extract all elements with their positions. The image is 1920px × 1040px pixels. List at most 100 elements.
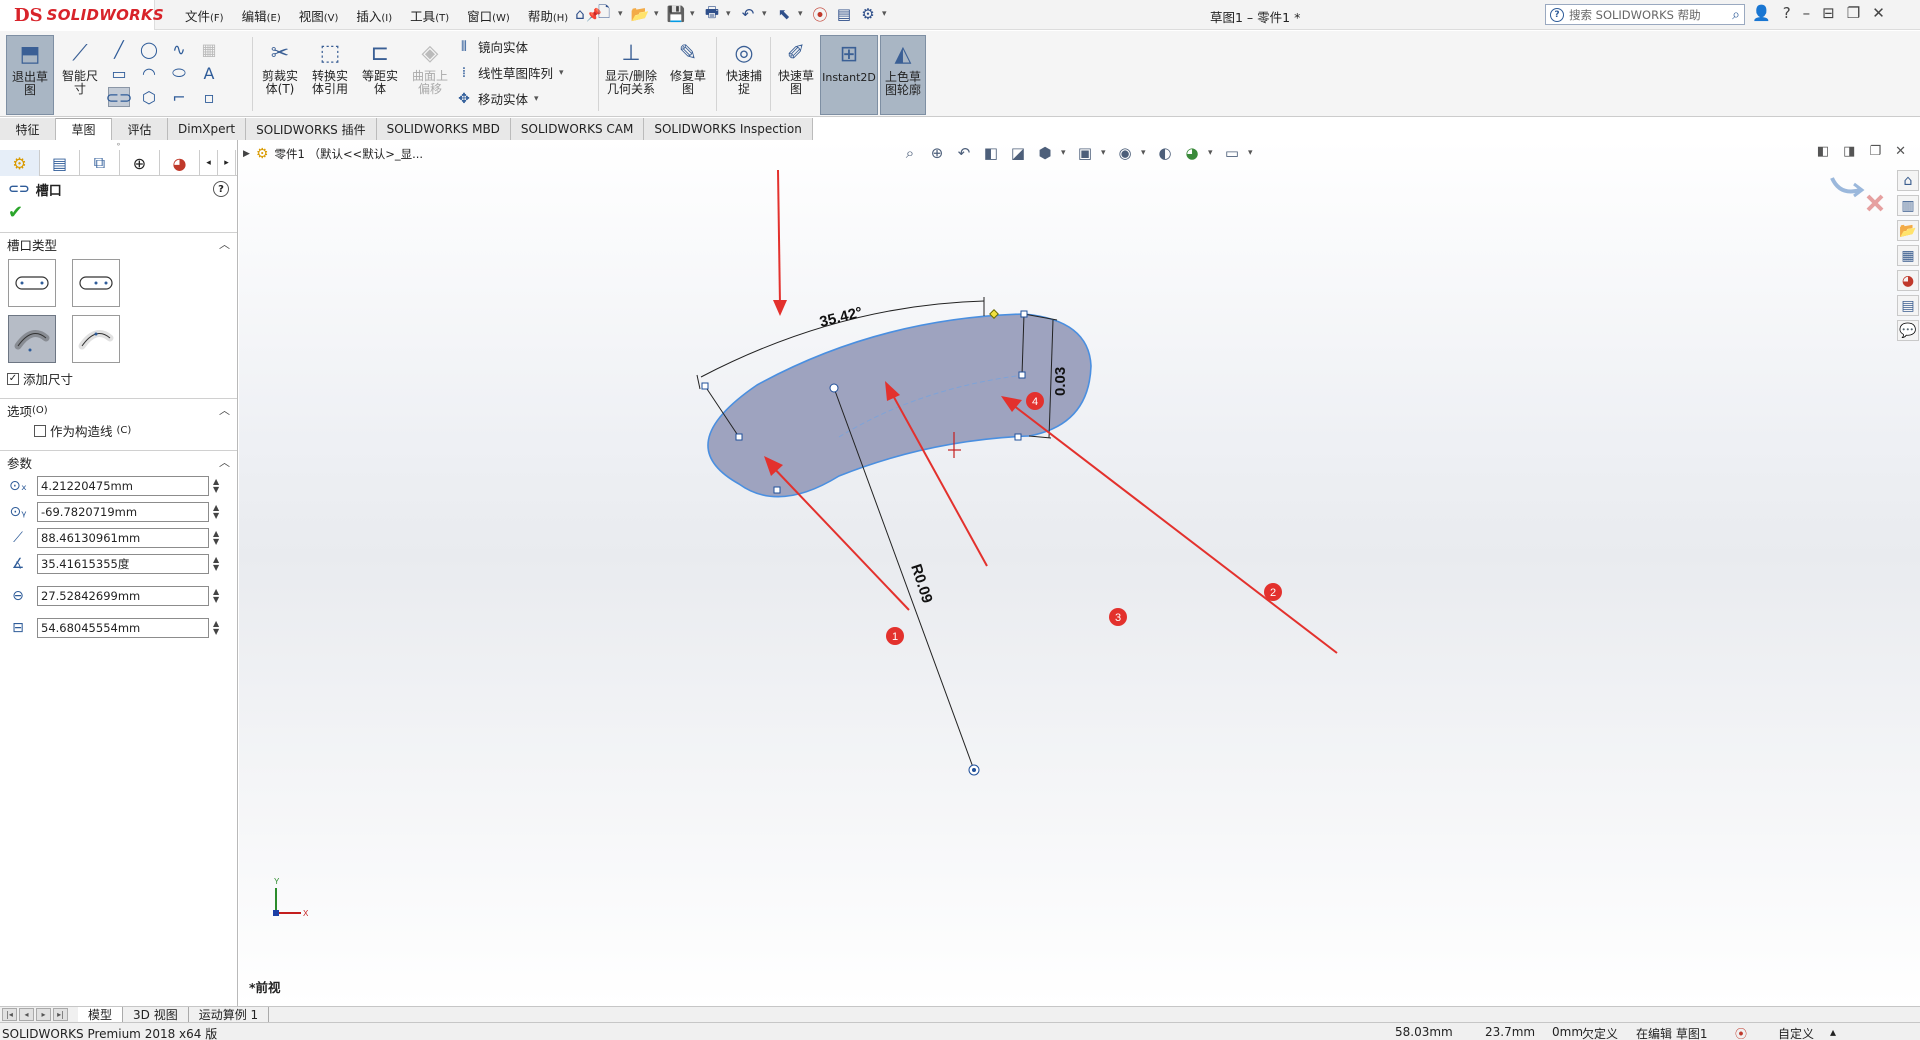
print-icon[interactable]: 🖶: [702, 3, 722, 24]
add-dimensions-checkbox[interactable]: ✓: [7, 372, 19, 385]
three-point-arc-slot-button[interactable]: [72, 315, 120, 363]
spin-arrows-icon[interactable]: ▲ ▼: [213, 588, 219, 604]
display-delete-relations-button[interactable]: ⊥ 显示/删除几何关系: [602, 35, 660, 115]
move-entities-button[interactable]: ✥ 移动实体 ▾: [456, 89, 567, 108]
offset-on-surface-button[interactable]: ◈ 曲面上偏移: [406, 35, 454, 115]
collapse-icon[interactable]: ︿: [219, 236, 230, 252]
sketch-grid-icon[interactable]: ▦: [198, 39, 220, 59]
chevron-down-icon[interactable]: ▾: [534, 94, 542, 104]
point-icon[interactable]: ▫: [198, 87, 220, 107]
ellipse-icon[interactable]: ⬭: [168, 63, 190, 83]
options-gear-icon[interactable]: ⚙: [858, 4, 878, 24]
home-icon[interactable]: ⌂: [570, 4, 590, 24]
configuration-manager-tab-icon[interactable]: ⧉: [80, 150, 120, 176]
help-icon[interactable]: ?: [213, 181, 229, 197]
tab-model[interactable]: 模型: [78, 1006, 124, 1023]
sketch-canvas[interactable]: 35.42° 0.03 R0.09 1 2 3 4 Y X: [239, 140, 1920, 1006]
centerpoint-straight-slot-button[interactable]: [72, 259, 120, 307]
file-properties-icon[interactable]: ▤: [834, 4, 854, 24]
text-icon[interactable]: A: [198, 63, 220, 83]
instant2d-button[interactable]: ⊞ Instant2D: [820, 35, 878, 115]
chevron-down-icon[interactable]: ▾: [726, 9, 734, 19]
parameters-header[interactable]: 参数 ︿: [0, 451, 237, 473]
convert-entities-button[interactable]: ⬚ 转换实体引用: [306, 35, 354, 115]
straight-slot-button[interactable]: [8, 259, 56, 307]
graphics-area[interactable]: ▶ ⚙ 零件1 （默认<<默认>_显... ⌕ ⊕ ↶ ◧ ◪ ⬢ ▾ ▣ ▾ ◉ ▾…: [239, 140, 1920, 1006]
rectangle-icon[interactable]: ▭: [108, 63, 130, 83]
menu-edit[interactable]: 编辑(E): [233, 6, 290, 25]
chevron-up-icon[interactable]: ▴: [1830, 1025, 1836, 1039]
line-icon[interactable]: ╱: [108, 39, 130, 59]
slot-icon[interactable]: ⊂⊃: [106, 87, 132, 107]
repair-sketch-button[interactable]: ✎ 修复草图: [664, 35, 712, 115]
menu-view[interactable]: 视图(V): [290, 6, 348, 25]
shaded-sketch-contours-button[interactable]: ◭ 上色草图轮廓: [880, 35, 926, 115]
spin-arrows-icon[interactable]: ▲ ▼: [213, 620, 219, 636]
construction-checkbox[interactable]: [34, 424, 46, 437]
select-cursor-icon[interactable]: ⬉: [774, 4, 794, 24]
spin-arrows-icon[interactable]: ▲ ▼: [213, 478, 219, 494]
spin-arrows-icon[interactable]: ▲ ▼: [213, 504, 219, 520]
chevron-down-icon[interactable]: ▾: [762, 9, 770, 19]
chevron-down-icon[interactable]: ▾: [654, 9, 662, 19]
tab-solidworks-inspection[interactable]: SOLIDWORKS Inspection: [644, 118, 813, 140]
angle-dimension-label[interactable]: 35.42°: [818, 304, 864, 331]
centerpoint-arc-slot-button[interactable]: [8, 315, 56, 363]
tile-icon[interactable]: ⊟: [1822, 4, 1835, 22]
user-icon[interactable]: 👤: [1752, 4, 1771, 22]
collapse-icon[interactable]: ︿: [219, 402, 230, 418]
chevron-down-icon[interactable]: ▾: [798, 9, 806, 19]
tab-solidworks-addins[interactable]: SOLIDWORKS 插件: [246, 118, 377, 140]
solidworks-logo[interactable]: DS SOLIDWORKS: [0, 0, 164, 30]
sketch-point[interactable]: [773, 486, 781, 494]
linear-pattern-button[interactable]: ⁞ 线性草图阵列 ▾: [456, 63, 567, 82]
restore-icon[interactable]: ❐: [1847, 4, 1860, 22]
menu-help[interactable]: 帮助(H): [519, 6, 577, 25]
sketch-point[interactable]: [1018, 371, 1026, 379]
smart-dimension-button[interactable]: ⟋ 智能尺寸: [56, 35, 104, 115]
pane-scroll-left-icon[interactable]: ◂: [200, 150, 218, 176]
collapse-icon[interactable]: ︿: [219, 454, 230, 470]
polygon-icon[interactable]: ⬡: [138, 87, 160, 107]
sketch-point[interactable]: [701, 382, 709, 390]
menu-tools[interactable]: 工具(T): [401, 6, 458, 25]
next-tab-icon[interactable]: ▸: [36, 1008, 51, 1021]
tab-motion-study[interactable]: 运动算例 1: [189, 1006, 270, 1023]
tab-solidworks-cam[interactable]: SOLIDWORKS CAM: [510, 118, 645, 140]
save-icon[interactable]: 💾: [666, 4, 686, 24]
trim-entities-button[interactable]: ✂ 剪裁实体(T): [256, 35, 304, 115]
tab-features[interactable]: 特征: [0, 118, 56, 140]
options-header[interactable]: 选项 (O) ︿: [0, 399, 237, 421]
feature-tree-tab-icon[interactable]: ⚙: [0, 150, 40, 176]
slot-length-input[interactable]: 54.68045554mm: [37, 618, 209, 638]
mirror-entities-button[interactable]: ⫴ 镜向实体: [456, 37, 567, 56]
spin-arrows-icon[interactable]: ▲ ▼: [213, 556, 219, 572]
display-manager-tab-icon[interactable]: ◕: [160, 150, 200, 176]
rapid-sketch-button[interactable]: ✐ 快速草图: [772, 35, 820, 115]
arc-midpoint[interactable]: [829, 383, 839, 393]
slot-type-header[interactable]: 槽口类型 ︿: [0, 233, 237, 255]
pane-scroll-right-icon[interactable]: ▸: [218, 150, 236, 176]
exit-sketch-button[interactable]: ⬒ 退出草图: [6, 35, 54, 115]
add-dimensions-checkbox-row[interactable]: ✓ 添加尺寸: [0, 365, 237, 392]
tab-evaluate[interactable]: 评估: [112, 118, 168, 140]
chevron-down-icon[interactable]: ▾: [882, 9, 890, 19]
chevron-down-icon[interactable]: ▾: [559, 68, 567, 78]
new-document-icon[interactable]: 🗋: [594, 3, 614, 24]
spline-icon[interactable]: ∿: [168, 39, 190, 59]
traffic-light-icon[interactable]: ⦿: [810, 4, 830, 24]
arc-icon[interactable]: ◠: [138, 63, 160, 83]
help-icon[interactable]: ?: [1783, 4, 1791, 22]
first-tab-icon[interactable]: |◂: [2, 1008, 17, 1021]
menu-window[interactable]: 窗口(W): [458, 6, 519, 25]
help-search-input[interactable]: ? 搜索 SOLIDWORKS 帮助 ⌕: [1545, 4, 1745, 25]
tab-3d-views[interactable]: 3D 视图: [123, 1006, 189, 1023]
angle-input[interactable]: 35.41615355度: [37, 554, 209, 574]
last-tab-icon[interactable]: ▸|: [53, 1008, 68, 1021]
units-selector[interactable]: 自定义: [1778, 1025, 1814, 1040]
sketch-point[interactable]: [1020, 310, 1028, 318]
quick-snaps-button[interactable]: ◎ 快速捕捉: [720, 35, 768, 115]
menu-insert[interactable]: 插入(I): [347, 6, 401, 25]
circle-icon[interactable]: ◯: [138, 39, 160, 59]
construction-checkbox-row[interactable]: 作为构造线 (C): [0, 421, 237, 444]
